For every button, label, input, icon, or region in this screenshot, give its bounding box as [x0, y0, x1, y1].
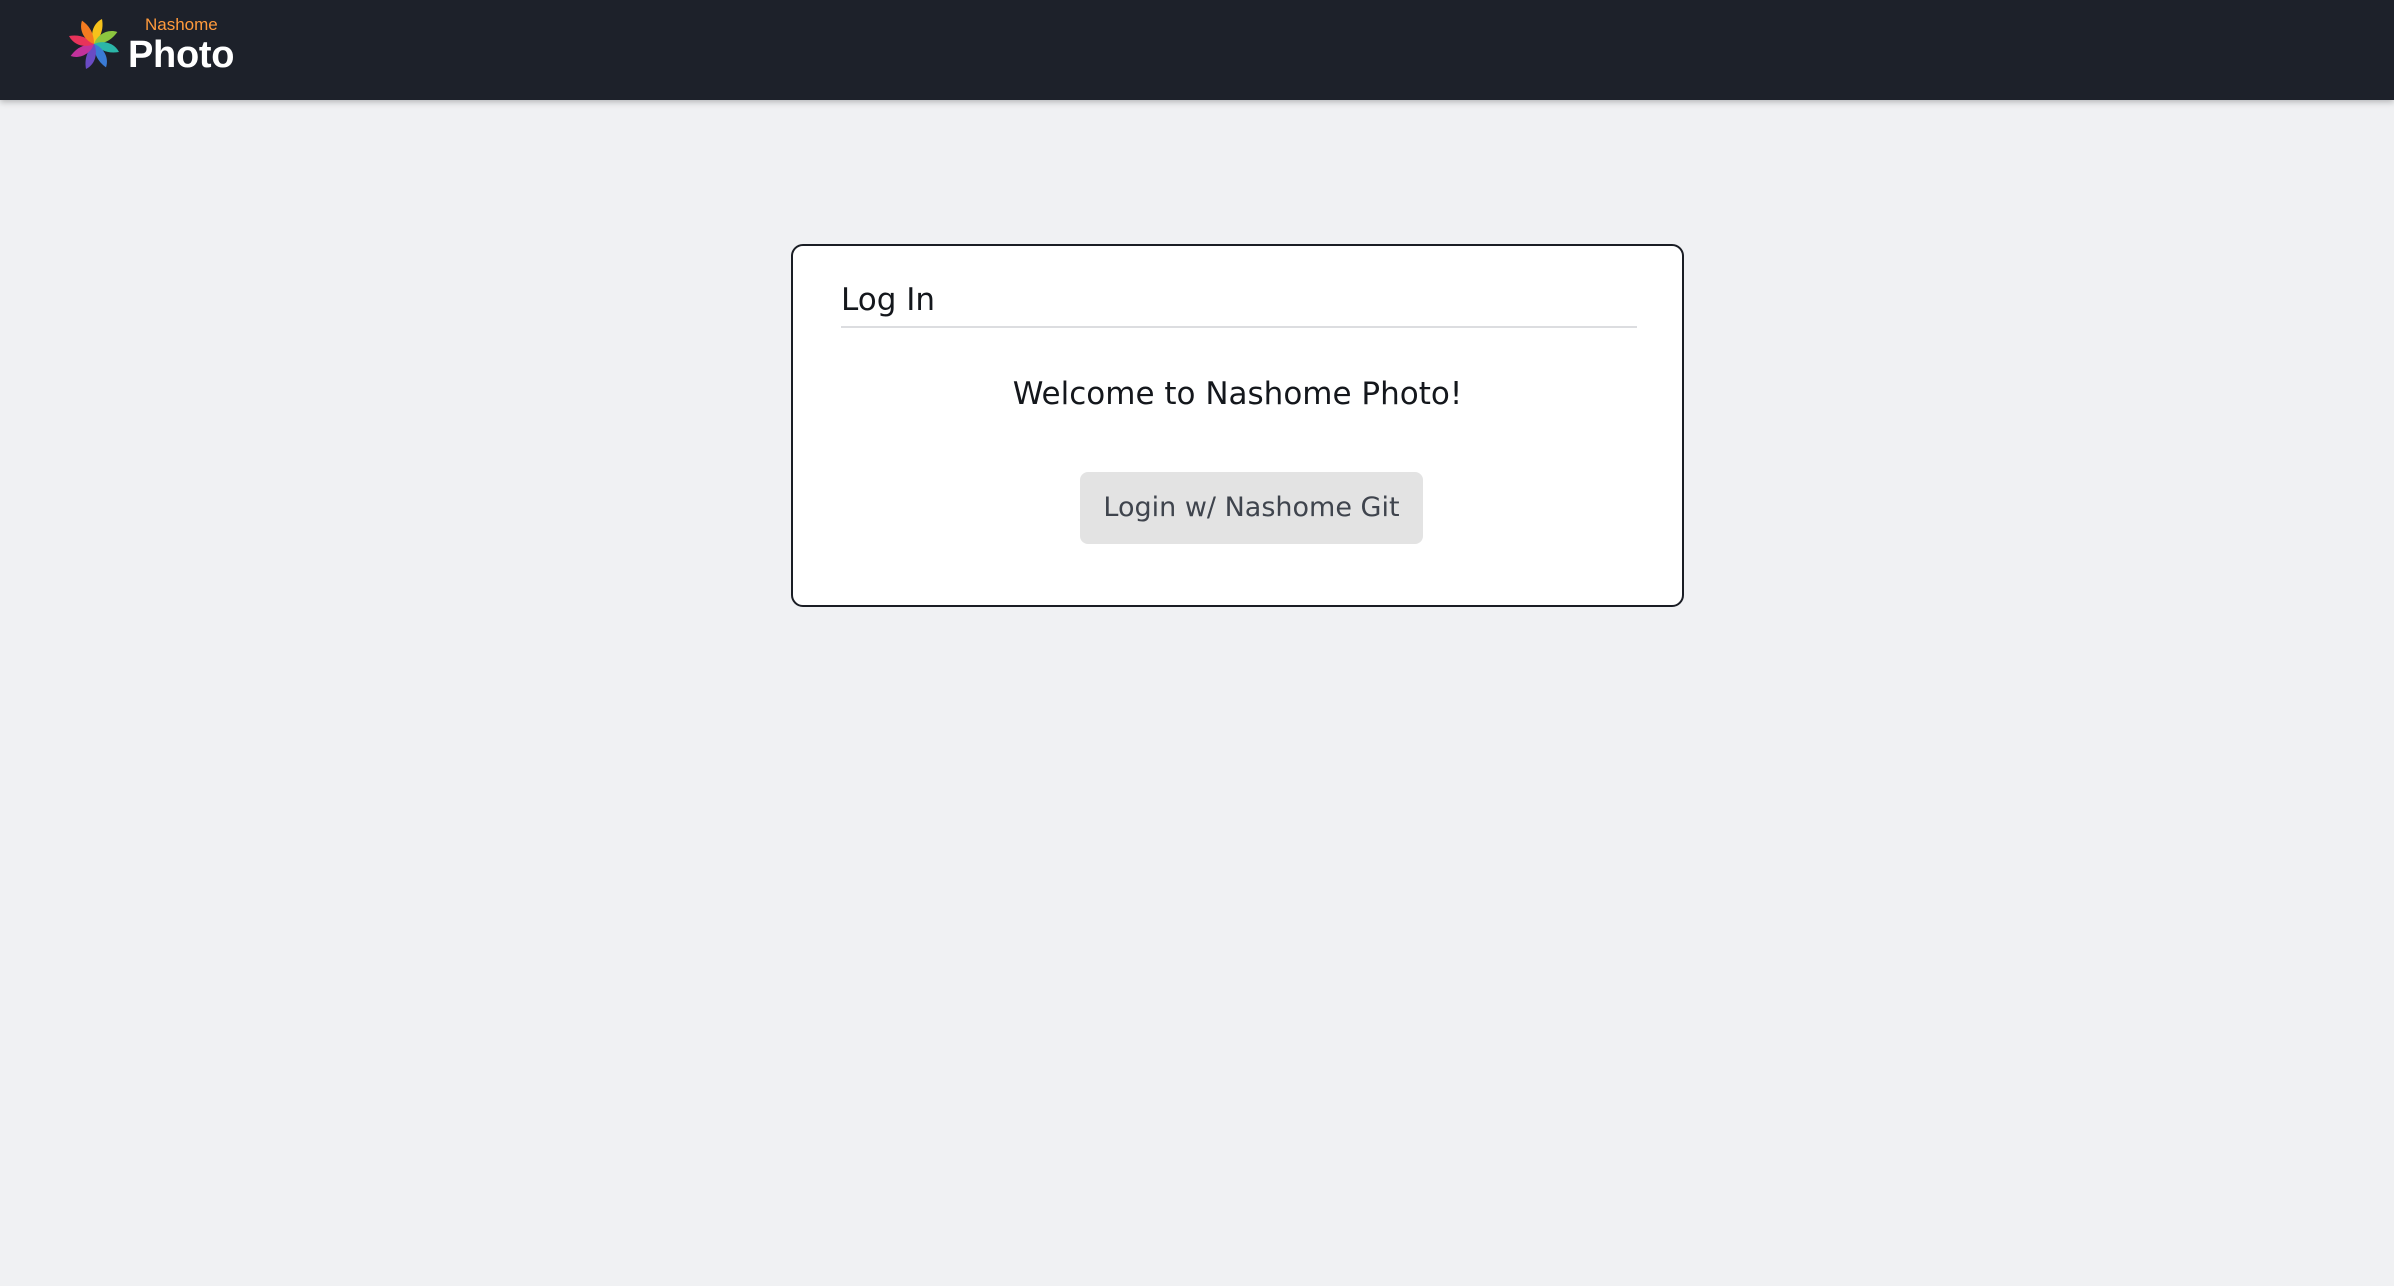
top-navbar: Nashome Photo [0, 0, 2394, 100]
login-card-title: Log In [841, 282, 936, 318]
pinwheel-logo-icon [69, 19, 119, 69]
brand-title: Photo [128, 34, 235, 76]
brand-home-link[interactable]: Nashome Photo [66, 14, 246, 86]
brand-subtitle: Nashome [145, 15, 218, 34]
card-divider [841, 326, 1637, 328]
login-nashome-git-button[interactable]: Login w/ Nashome Git [1080, 472, 1423, 544]
welcome-message: Welcome to Nashome Photo! [1012, 376, 1463, 412]
login-card: Log In Welcome to Nashome Photo! Login w… [791, 244, 1684, 607]
